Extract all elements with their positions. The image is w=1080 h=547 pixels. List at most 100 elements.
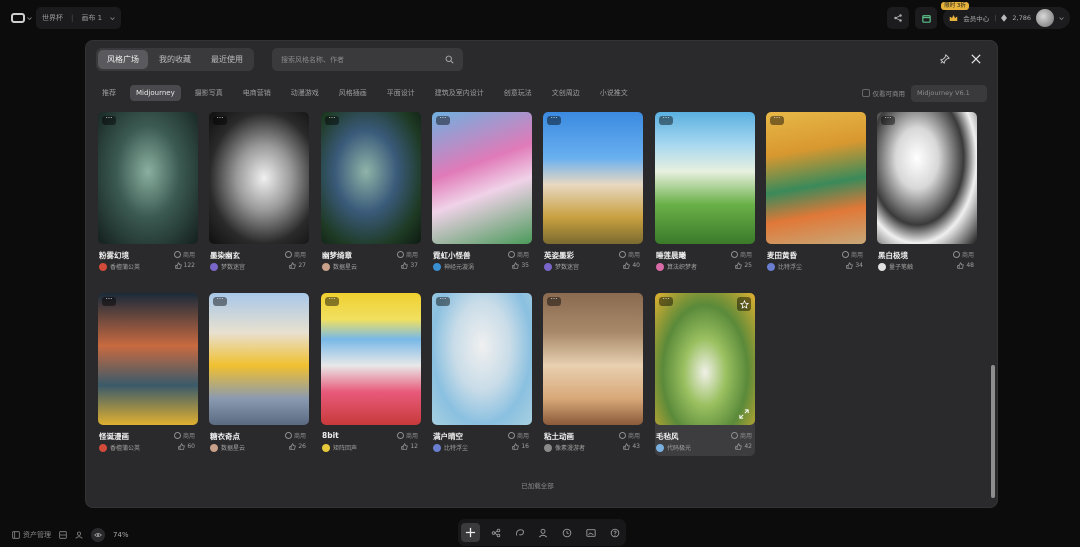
more-icon[interactable]: ··· — [325, 115, 339, 125]
style-card[interactable]: ··· 粉雾幻境 商用 香檀蒲公英 122 — [98, 112, 198, 271]
close-icon — [971, 54, 981, 64]
category-graphic-design[interactable]: 平面设计 — [381, 85, 421, 101]
style-card[interactable]: ··· 英姿墨彩 商用 梦数迷宫 40 — [543, 112, 643, 271]
scrollbar[interactable] — [991, 365, 995, 498]
more-icon[interactable]: ··· — [436, 296, 450, 306]
commercial-tag: 商用 — [284, 250, 306, 259]
style-card[interactable]: ··· 粘土动画 商用 像素漫游者 43 — [543, 293, 643, 452]
close-button[interactable] — [967, 50, 985, 68]
tab-my-favorites[interactable]: 我的收藏 — [150, 50, 200, 69]
commercial-label: 商用 — [739, 252, 752, 259]
style-name: 英姿墨彩 — [544, 251, 574, 260]
style-card[interactable]: ··· 麦田黄昏 商用 比特浮尘 34 — [766, 112, 866, 271]
tab-style-square[interactable]: 风格广场 — [98, 50, 148, 69]
lasso-button[interactable] — [512, 525, 528, 541]
category-ecommerce[interactable]: 电商营销 — [237, 85, 277, 101]
commercial-tag: 商用 — [507, 431, 529, 440]
more-icon[interactable]: ··· — [659, 115, 673, 125]
like-icon — [512, 262, 520, 269]
breadcrumb-canvas[interactable]: 画布 1 — [81, 13, 102, 23]
author: 像素漫游者 — [544, 443, 585, 452]
likes: 122 — [174, 262, 195, 269]
style-card[interactable]: ··· 8bit 商用 矩阵回声 12 — [321, 293, 421, 452]
tab-recently-used[interactable]: 最近使用 — [202, 50, 252, 69]
pin-button[interactable] — [936, 50, 954, 68]
person-button[interactable] — [536, 525, 552, 541]
category-anime-games[interactable]: 动漫游戏 — [285, 85, 325, 101]
share-button[interactable] — [887, 7, 910, 29]
commercial-only-checkbox[interactable]: 仅看可商用 — [861, 88, 905, 98]
breadcrumb-project[interactable]: 世界杯 — [42, 13, 63, 23]
category-illustration[interactable]: 风格插画 — [333, 85, 373, 101]
style-card[interactable]: ··· 霓虹小怪兽 商用 神经元漩涡 35 — [432, 112, 532, 271]
more-icon[interactable]: ··· — [325, 296, 339, 306]
style-thumbnail: ··· — [655, 293, 755, 425]
user-avatar[interactable] — [1036, 9, 1054, 27]
search-input[interactable] — [281, 55, 445, 64]
history-button[interactable] — [559, 525, 575, 541]
like-count: 42 — [744, 443, 752, 450]
member-center[interactable]: 限时 3折 会员中心 | 2,786 — [941, 2, 1070, 29]
author: 神经元漩涡 — [433, 262, 474, 271]
chevron-down-icon — [26, 16, 32, 20]
app-logo-menu[interactable] — [6, 7, 36, 29]
more-icon[interactable]: ··· — [770, 115, 784, 125]
likes: 12 — [401, 443, 418, 450]
asset-management-button[interactable]: 资产管理 — [12, 530, 51, 540]
expand-button[interactable] — [737, 407, 751, 421]
style-name: 霓虹小怪兽 — [433, 251, 471, 260]
model-select[interactable]: Midjourney V6.1 — [911, 84, 987, 102]
more-icon[interactable]: ··· — [102, 115, 116, 125]
style-card[interactable]: ··· 睡莲晨曦 商用 算法织梦者 25 — [655, 112, 755, 271]
style-search — [272, 48, 463, 71]
author-name: 香檀蒲公英 — [110, 264, 141, 271]
author: 代码极光 — [656, 443, 691, 452]
modal-tabs: 风格广场 我的收藏 最近使用 — [96, 48, 254, 71]
people-icon[interactable] — [75, 531, 83, 539]
author-avatar — [656, 443, 664, 452]
style-card[interactable]: ··· 幽梦绮章 商用 数据星云 37 — [321, 112, 421, 271]
author: 梦数迷宫 — [210, 262, 245, 271]
logo-icon — [10, 13, 25, 23]
category-novel[interactable]: 小说推文 — [594, 85, 634, 101]
style-card[interactable]: ··· 黑白极境 商用 量子笔触 48 — [877, 112, 977, 271]
like-icon — [401, 262, 409, 269]
category-cultural[interactable]: 文创周边 — [546, 85, 586, 101]
style-card-hovered[interactable]: ··· 毛毡风 商用 代码极光 42 — [655, 293, 755, 456]
image-button[interactable] — [583, 525, 599, 541]
style-card[interactable]: ··· 怪诞漫画 商用 香檀蒲公英 60 — [98, 293, 198, 452]
style-card[interactable]: ··· 墨染幽玄 商用 梦数迷宫 27 — [209, 112, 309, 271]
commercial-tag: 商用 — [507, 250, 529, 259]
author: 算法织梦者 — [656, 262, 697, 271]
more-icon[interactable]: ··· — [881, 115, 895, 125]
more-icon[interactable]: ··· — [102, 296, 116, 306]
author-avatar — [322, 443, 330, 452]
category-midjourney[interactable]: Midjourney — [130, 85, 181, 101]
add-button[interactable] — [461, 523, 480, 542]
category-creative[interactable]: 创意玩法 — [498, 85, 538, 101]
connect-button[interactable] — [488, 525, 504, 541]
store-button[interactable] — [915, 7, 938, 29]
more-icon[interactable]: ··· — [659, 296, 673, 306]
zoom-button[interactable] — [91, 528, 105, 542]
more-icon[interactable]: ··· — [547, 115, 561, 125]
style-card[interactable]: ··· 糖衣奇点 商用 数据星云 26 — [209, 293, 309, 452]
like-count: 48 — [966, 262, 974, 269]
category-recommended[interactable]: 推荐 — [96, 85, 122, 101]
commercial-label: 商用 — [627, 433, 640, 440]
help-button[interactable] — [607, 525, 623, 541]
author-avatar — [210, 443, 218, 452]
category-architecture[interactable]: 建筑及室内设计 — [429, 85, 490, 101]
more-icon[interactable]: ··· — [213, 296, 227, 306]
favorite-button[interactable] — [737, 297, 751, 311]
image-icon — [586, 528, 596, 537]
search-icon[interactable] — [445, 55, 454, 64]
style-card[interactable]: ··· 满户晴空 商用 比特浮尘 16 — [432, 293, 532, 452]
likes: 43 — [623, 443, 640, 450]
layers-icon[interactable] — [59, 531, 67, 539]
more-icon[interactable]: ··· — [213, 115, 227, 125]
category-photography[interactable]: 摄影写真 — [189, 85, 229, 101]
author-avatar — [656, 262, 664, 271]
more-icon[interactable]: ··· — [547, 296, 561, 306]
more-icon[interactable]: ··· — [436, 115, 450, 125]
